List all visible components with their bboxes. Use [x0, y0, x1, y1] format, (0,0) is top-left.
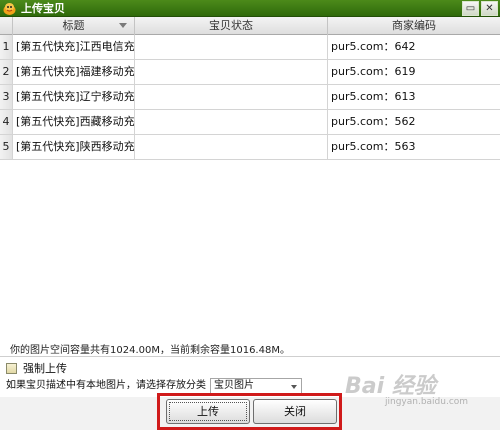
force-upload-label: 强制上传: [23, 362, 67, 375]
close-window-button[interactable]: ✕: [481, 1, 498, 16]
close-button[interactable]: 关闭: [253, 399, 337, 424]
row-title: [第五代快充]陕西移动充...: [13, 135, 135, 159]
upload-button[interactable]: 上传: [166, 399, 250, 424]
row-index: 1: [0, 35, 13, 59]
table-row[interactable]: 5 [第五代快充]陕西移动充... pur5.com：563: [0, 135, 500, 160]
row-code: pur5.com：613: [331, 90, 416, 103]
minimize-button[interactable]: ▭: [462, 1, 479, 16]
row-status: [135, 60, 328, 84]
row-title: [第五代快充]福建移动充...: [13, 60, 135, 84]
image-category-row: 如果宝贝描述中有本地图片，请选择存放分类 宝贝图片: [6, 378, 306, 394]
column-header-code[interactable]: 商家编码: [328, 17, 500, 35]
divider: [0, 356, 500, 357]
table-row[interactable]: 4 [第五代快充]西藏移动充... pur5.com：562: [0, 110, 500, 135]
image-category-value: 宝贝图片: [214, 380, 254, 391]
row-title: [第五代快充]辽宁移动充...: [13, 85, 135, 109]
row-title: [第五代快充]江西电信充...: [13, 35, 135, 59]
row-code: pur5.com：619: [331, 65, 416, 78]
row-title: [第五代快充]西藏移动充...: [13, 110, 135, 134]
storage-capacity-text: 你的图片空间容量共有1024.00M，当前剩余容量1016.48M。: [10, 345, 290, 356]
row-status: [135, 110, 328, 134]
table-row[interactable]: 1 [第五代快充]江西电信充... pur5.com：642: [0, 35, 500, 60]
watermark-text: Bai 经验: [345, 374, 436, 399]
row-code: pur5.com：562: [331, 115, 416, 128]
window-title: 上传宝贝: [21, 2, 65, 15]
row-status: [135, 135, 328, 159]
force-upload-checkbox[interactable]: [6, 363, 17, 374]
chevron-down-icon: [291, 385, 297, 389]
column-header-title-label: 标题: [62, 19, 85, 32]
row-index: 4: [0, 110, 13, 134]
image-category-label: 如果宝贝描述中有本地图片，请选择存放分类: [6, 380, 206, 391]
row-status: [135, 85, 328, 109]
row-code: pur5.com：642: [331, 40, 416, 53]
table-header: 标题 宝贝状态 商家编码: [0, 17, 500, 35]
items-table[interactable]: 标题 宝贝状态 商家编码 1 [第五代快充]江西电信充... pur5.com：…: [0, 17, 500, 332]
row-code: pur5.com：563: [331, 140, 416, 153]
app-cartoon-icon: [3, 3, 16, 15]
table-row[interactable]: 2 [第五代快充]福建移动充... pur5.com：619: [0, 60, 500, 85]
row-index: 5: [0, 135, 13, 159]
title-bar[interactable]: 上传宝贝 ▭ ✕: [0, 0, 500, 17]
row-index: 3: [0, 85, 13, 109]
column-header-status[interactable]: 宝贝状态: [135, 17, 328, 35]
sort-descending-icon: [119, 23, 127, 28]
column-header-index[interactable]: [0, 17, 13, 35]
column-header-title[interactable]: 标题: [13, 17, 135, 35]
table-row[interactable]: 3 [第五代快充]辽宁移动充... pur5.com：613: [0, 85, 500, 110]
row-status: [135, 35, 328, 59]
image-category-select[interactable]: 宝贝图片: [210, 378, 302, 394]
row-index: 2: [0, 60, 13, 84]
